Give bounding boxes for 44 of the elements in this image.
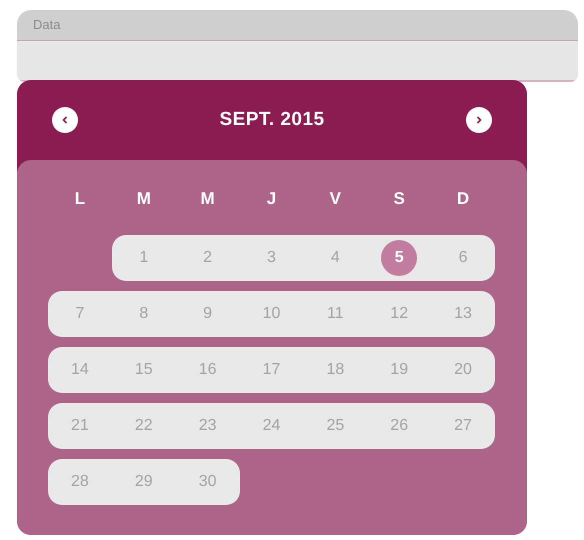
weekday-label: D xyxy=(456,188,470,210)
day-button[interactable]: 29 xyxy=(126,464,162,500)
day-button[interactable]: 2 xyxy=(190,240,226,276)
day-button[interactable]: 1 xyxy=(126,240,162,276)
day-button[interactable]: 27 xyxy=(445,408,482,444)
day-button[interactable]: 25 xyxy=(317,408,354,444)
weekday-label: V xyxy=(330,188,342,210)
day-button[interactable]: 24 xyxy=(253,408,290,444)
field-label: Data xyxy=(32,16,62,34)
day-button[interactable]: 10 xyxy=(253,296,290,332)
chevron-right-icon xyxy=(476,116,482,124)
previous-month-button[interactable] xyxy=(52,107,78,133)
day-button[interactable]: 8 xyxy=(126,296,162,332)
day-button[interactable]: 14 xyxy=(62,352,98,388)
day-button[interactable]: 19 xyxy=(381,352,418,388)
day-button[interactable]: 4 xyxy=(317,240,354,276)
date-field[interactable]: Data xyxy=(17,10,578,82)
weekday-label: M xyxy=(136,188,151,210)
day-button[interactable]: 21 xyxy=(62,408,98,444)
day-button[interactable]: 28 xyxy=(62,464,98,500)
day-button[interactable]: 16 xyxy=(190,352,226,388)
day-button[interactable]: 3 xyxy=(253,240,290,276)
weekday-label: S xyxy=(394,188,405,210)
day-button[interactable]: 17 xyxy=(253,352,290,388)
day-button[interactable]: 15 xyxy=(126,352,162,388)
weekday-label: J xyxy=(266,188,276,210)
day-button[interactable]: 13 xyxy=(445,296,482,332)
day-button[interactable]: 12 xyxy=(381,296,418,332)
day-button[interactable]: 6 xyxy=(445,240,482,276)
day-button[interactable]: 7 xyxy=(62,296,98,332)
day-button[interactable]: 26 xyxy=(381,408,418,444)
weekday-label: L xyxy=(74,188,86,210)
day-button[interactable]: 5 xyxy=(381,240,418,276)
day-button[interactable]: 22 xyxy=(126,408,162,444)
day-button[interactable]: 9 xyxy=(190,296,226,332)
day-button[interactable]: 20 xyxy=(445,352,482,388)
weekday-label: M xyxy=(200,188,215,210)
day-button[interactable]: 18 xyxy=(317,352,354,388)
day-button[interactable]: 30 xyxy=(190,464,226,500)
chevron-left-icon xyxy=(62,116,68,124)
month-title: SEPT. 2015 xyxy=(219,108,325,132)
next-month-button[interactable] xyxy=(466,107,492,133)
day-button[interactable]: 11 xyxy=(317,296,354,332)
day-button[interactable]: 23 xyxy=(190,408,226,444)
